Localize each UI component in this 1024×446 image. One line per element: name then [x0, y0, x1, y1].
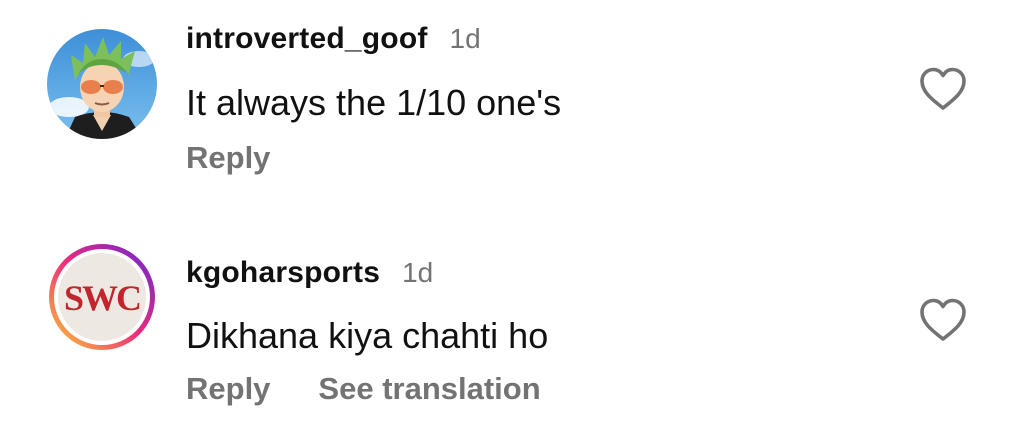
username[interactable]: introverted_goof — [186, 22, 428, 56]
timestamp: 1d — [402, 257, 434, 288]
heart-outline-icon — [920, 298, 966, 341]
username[interactable]: kgoharsports — [186, 256, 380, 290]
comment-header: introverted_goof 1d — [186, 22, 481, 56]
like-button[interactable] — [918, 66, 968, 112]
swc-logo-text: SWC — [64, 278, 140, 318]
swc-logo-avatar-icon: SWC — [49, 244, 155, 350]
comment-actions: Reply See translation — [186, 371, 541, 407]
heart-outline-icon — [920, 67, 966, 110]
timestamp: 1d — [449, 23, 481, 54]
user-avatar[interactable]: SWC — [47, 242, 157, 352]
comment-text: Dikhana kiya chahti ho — [186, 315, 549, 356]
comment-header: kgoharsports 1d — [186, 256, 433, 290]
comment-item: introverted_goof 1d It always the 1/10 o… — [0, 0, 1024, 223]
comment-actions: Reply — [186, 140, 270, 176]
user-avatar[interactable] — [47, 29, 157, 139]
like-button[interactable] — [918, 297, 968, 343]
reply-button[interactable]: Reply — [186, 371, 270, 407]
anime-character-avatar-icon — [47, 29, 157, 139]
comment-text: It always the 1/10 one's — [186, 82, 562, 123]
reply-button[interactable]: Reply — [186, 140, 270, 176]
see-translation-button[interactable]: See translation — [318, 371, 540, 407]
comment-item: SWC kgoharsports 1d Dikhana kiya chahti … — [0, 223, 1024, 446]
